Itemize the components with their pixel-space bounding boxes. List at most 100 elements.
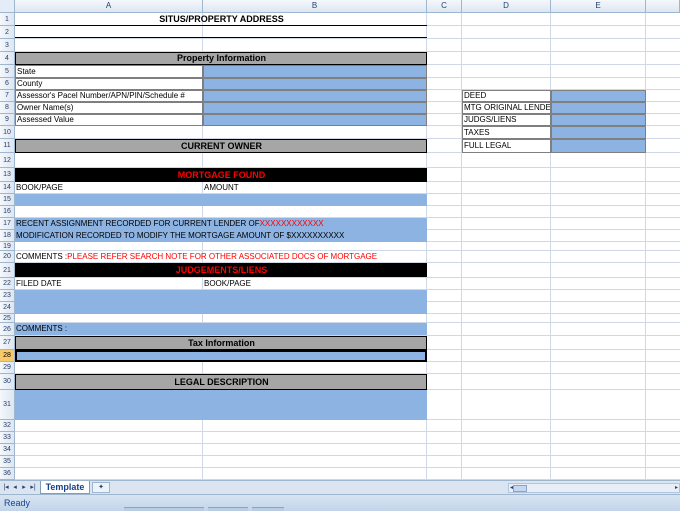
scroll-thumb[interactable] <box>513 485 527 492</box>
mortgage-amount-label[interactable]: AMOUNT <box>203 182 427 194</box>
gridline-horizontal <box>15 38 680 39</box>
value-assessed-value[interactable] <box>203 114 427 126</box>
side-value-full-legal[interactable] <box>551 139 646 153</box>
row-header-17[interactable]: 17 <box>0 218 15 230</box>
row-header-10[interactable]: 10 <box>0 126 15 139</box>
column-header-d[interactable]: D <box>462 0 551 13</box>
row-header-28[interactable]: 28 <box>0 350 15 362</box>
tax-entry-row[interactable] <box>15 350 427 362</box>
spreadsheet-grid[interactable]: ABCDE 1 2 3 4 5 6 7 8 9 10 11 12 13 14 15 16 17 18 19 20 21 2… <box>0 0 680 480</box>
judgement-comments[interactable]: COMMENTS : <box>15 323 427 335</box>
row-header-30[interactable]: 30 <box>0 374 15 390</box>
prev-sheet-icon[interactable]: ◂ <box>11 483 19 492</box>
side-value-deed[interactable] <box>551 90 646 102</box>
next-sheet-icon[interactable]: ▸ <box>20 483 28 492</box>
side-value-taxes[interactable] <box>551 126 646 139</box>
row-header-18[interactable]: 18 <box>0 230 15 242</box>
row-header-32[interactable]: 32 <box>0 420 15 432</box>
comments-label: COMMENTS : <box>16 252 68 261</box>
title-situs-address[interactable]: SITUS/PROPERTY ADDRESS <box>15 13 427 26</box>
row-header-16[interactable]: 16 <box>0 206 15 218</box>
column-header-c[interactable]: C <box>427 0 462 13</box>
row-header-8[interactable]: 8 <box>0 102 15 114</box>
side-label-taxes[interactable]: TAXES <box>462 126 551 139</box>
status-bar: Ready <box>0 494 680 511</box>
mortgage-found-header[interactable]: MORTGAGE FOUND <box>15 168 427 182</box>
last-sheet-icon[interactable]: ▸| <box>29 483 37 492</box>
gridline-horizontal <box>15 431 680 432</box>
mortgage-book-page-label[interactable]: BOOK/PAGE <box>15 182 203 194</box>
row-header-29[interactable]: 29 <box>0 362 15 374</box>
side-label-full-legal[interactable]: FULL LEGAL <box>462 139 551 153</box>
row-header-25[interactable]: 25 <box>0 314 15 323</box>
insert-sheet-icon[interactable]: ✦ <box>92 482 110 493</box>
value-owner-names[interactable] <box>203 102 427 114</box>
value-state[interactable] <box>203 65 427 78</box>
column-header-e[interactable]: E <box>551 0 646 13</box>
row-header-27[interactable]: 27 <box>0 336 15 350</box>
row-header-12[interactable]: 12 <box>0 153 15 168</box>
legal-description-entry[interactable] <box>15 390 427 420</box>
column-header-a[interactable]: A <box>15 0 203 13</box>
sheet-tab-template[interactable]: Template <box>40 481 90 494</box>
filed-date-label[interactable]: FILED DATE <box>15 278 203 290</box>
gridline-horizontal <box>15 467 680 468</box>
gridline-horizontal <box>15 455 680 456</box>
row-header-20[interactable]: 20 <box>0 251 15 263</box>
assignment-note[interactable]: RECENT ASSIGNMENT RECORDED FOR CURRENT L… <box>15 218 427 230</box>
row-header-19[interactable]: 19 <box>0 242 15 251</box>
side-label-deed[interactable]: DEED <box>462 90 551 102</box>
mortgage-comments[interactable]: COMMENTS : PLEASE REFER SEARCH NOTE FOR … <box>15 251 427 263</box>
value-county[interactable] <box>203 78 427 90</box>
taskbar-strip <box>124 507 204 511</box>
row-header-23[interactable]: 23 <box>0 290 15 302</box>
label-owner-names[interactable]: Owner Name(s) <box>15 102 203 114</box>
side-label-judgs-liens[interactable]: JUDGS/LIENS <box>462 114 551 126</box>
judgement-book-page-label[interactable]: BOOK/PAGE <box>203 278 427 290</box>
select-all-corner[interactable] <box>0 0 15 13</box>
first-sheet-icon[interactable]: |◂ <box>2 483 10 492</box>
label-apn[interactable]: Assessor's Pacel Number/APN/PIN/Schedule… <box>15 90 203 102</box>
row-header-7[interactable]: 7 <box>0 90 15 102</box>
row-header-6[interactable]: 6 <box>0 78 15 90</box>
row-header-1[interactable]: 1 <box>0 13 15 26</box>
tax-information-header[interactable]: Tax Information <box>15 336 427 350</box>
row-header-31[interactable]: 31 <box>0 390 15 420</box>
side-value-judgs-liens[interactable] <box>551 114 646 126</box>
row-header-2[interactable]: 2 <box>0 26 15 39</box>
row-header-15[interactable]: 15 <box>0 194 15 206</box>
modification-note[interactable]: MODIFICATION RECORDED TO MODIFY THE MORT… <box>15 230 427 242</box>
row-header-36[interactable]: 36 <box>0 468 15 480</box>
row-header-21[interactable]: 21 <box>0 263 15 278</box>
label-assessed-value[interactable]: Assessed Value <box>15 114 203 126</box>
side-value-mtg-original-lender[interactable] <box>551 102 646 114</box>
side-label-mtg-original-lender[interactable]: MTG ORIGINAL LENDER <box>462 102 551 114</box>
row-header-14[interactable]: 14 <box>0 182 15 194</box>
property-info-header[interactable]: Property Information <box>15 52 427 65</box>
mortgage-entry-row[interactable] <box>15 194 427 206</box>
label-state[interactable]: State <box>15 65 203 78</box>
horizontal-scrollbar[interactable]: ◂ ▸ <box>508 483 680 493</box>
column-header-filler <box>646 0 680 13</box>
row-header-22[interactable]: 22 <box>0 278 15 290</box>
row-header-33[interactable]: 33 <box>0 432 15 444</box>
row-header-35[interactable]: 35 <box>0 456 15 468</box>
row-header-13[interactable]: 13 <box>0 168 15 182</box>
row-header-34[interactable]: 34 <box>0 444 15 456</box>
value-apn[interactable] <box>203 90 427 102</box>
row-header-4[interactable]: 4 <box>0 52 15 65</box>
judgements-liens-header[interactable]: JUDGEMENTS/LIENS <box>15 263 427 277</box>
current-owner-header[interactable]: CURRENT OWNER <box>15 139 427 153</box>
row-header-3[interactable]: 3 <box>0 39 15 52</box>
row-header-5[interactable]: 5 <box>0 65 15 78</box>
column-header-b[interactable]: B <box>203 0 427 13</box>
label-county[interactable]: County <box>15 78 203 90</box>
legal-description-header[interactable]: LEGAL DESCRIPTION <box>15 374 427 390</box>
row-header-9[interactable]: 9 <box>0 114 15 126</box>
row-header-24[interactable]: 24 <box>0 302 15 314</box>
gridline-vertical <box>645 13 646 480</box>
scroll-right-icon[interactable]: ▸ <box>675 484 678 492</box>
row-header-11[interactable]: 11 <box>0 139 15 153</box>
judgement-entry-rows[interactable] <box>15 290 427 314</box>
row-header-26[interactable]: 26 <box>0 323 15 336</box>
